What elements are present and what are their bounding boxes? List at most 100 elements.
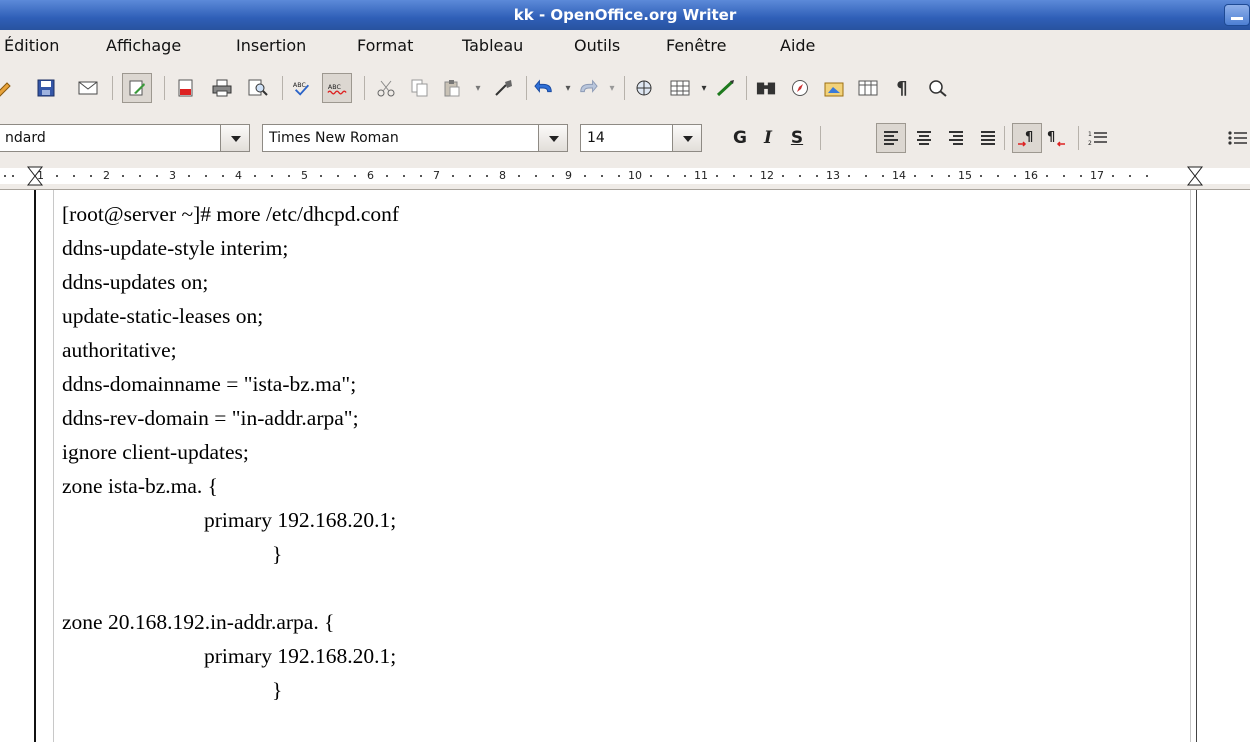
hyperlink-icon[interactable] bbox=[634, 78, 654, 98]
copy-icon[interactable] bbox=[410, 78, 430, 98]
draw-functions-icon[interactable] bbox=[716, 78, 736, 98]
left-to-right-icon[interactable]: ¶ bbox=[1017, 128, 1037, 148]
ruler-number: 11 bbox=[694, 169, 708, 182]
redo-dropdown-icon[interactable]: ▾ bbox=[602, 78, 622, 98]
ruler-number: 9 bbox=[565, 169, 572, 182]
paste-dropdown-icon[interactable]: ▾ bbox=[468, 78, 488, 98]
chevron-down-icon[interactable] bbox=[672, 124, 702, 152]
ruler-tick bbox=[1046, 175, 1048, 177]
save-icon[interactable] bbox=[36, 78, 56, 98]
menu-affichage[interactable]: Affichage bbox=[106, 30, 181, 62]
table-icon[interactable] bbox=[670, 78, 690, 98]
gallery-icon[interactable] bbox=[824, 78, 844, 98]
menu-format[interactable]: Format bbox=[357, 30, 413, 62]
spellcheck-icon[interactable]: ABC bbox=[292, 78, 312, 98]
autospellcheck-icon[interactable]: ABC bbox=[327, 78, 347, 98]
font-size-combo[interactable]: 14 bbox=[580, 124, 702, 152]
document-line[interactable]: } bbox=[272, 538, 282, 570]
menu-outils[interactable]: Outils bbox=[574, 30, 620, 62]
document-line[interactable]: ddns-domainname = "ista-bz.ma"; bbox=[62, 368, 356, 400]
ruler-number: 5 bbox=[301, 169, 308, 182]
menu-edition[interactable]: Édition bbox=[4, 30, 59, 62]
chevron-down-icon[interactable] bbox=[220, 124, 250, 152]
ruler-tick bbox=[122, 175, 124, 177]
clone-format-icon[interactable] bbox=[494, 78, 514, 98]
paragraph-style-combo[interactable]: ndard bbox=[0, 124, 250, 152]
toolbar-separator bbox=[282, 76, 283, 100]
document-line[interactable]: [root@server ~]# more /etc/dhcpd.conf bbox=[62, 198, 399, 230]
document-line[interactable]: ddns-update-style interim; bbox=[62, 232, 288, 264]
menu-aide[interactable]: Aide bbox=[780, 30, 815, 62]
numbering-icon[interactable]: 12 bbox=[1088, 128, 1108, 148]
navigator-icon[interactable] bbox=[790, 78, 810, 98]
ruler-tick bbox=[469, 175, 471, 177]
ruler-tick bbox=[486, 175, 488, 177]
align-left-icon[interactable] bbox=[881, 128, 901, 148]
ruler-tick bbox=[403, 175, 405, 177]
ruler-tick bbox=[733, 175, 735, 177]
document-line[interactable]: zone ista-bz.ma. { bbox=[62, 470, 218, 502]
document-line[interactable]: zone 20.168.192.in-addr.arpa. { bbox=[62, 606, 334, 638]
ruler-tick bbox=[188, 175, 190, 177]
ruler-number: 14 bbox=[892, 169, 906, 182]
document-line[interactable]: } bbox=[272, 674, 282, 706]
email-icon[interactable] bbox=[78, 78, 98, 98]
menu-insertion[interactable]: Insertion bbox=[236, 30, 306, 62]
print-icon[interactable] bbox=[212, 78, 232, 98]
svg-text:ABC: ABC bbox=[293, 82, 307, 89]
italic-button[interactable]: I bbox=[757, 124, 779, 152]
document-line[interactable]: ddns-updates on; bbox=[62, 266, 208, 298]
align-center-icon[interactable] bbox=[914, 128, 934, 148]
find-replace-icon[interactable] bbox=[756, 78, 776, 98]
ruler-tick bbox=[601, 175, 603, 177]
document-line[interactable]: authoritative; bbox=[62, 334, 177, 366]
font-name-value: Times New Roman bbox=[269, 130, 399, 146]
document-line[interactable]: ddns-rev-domain = "in-addr.arpa"; bbox=[62, 402, 359, 434]
table-dropdown-icon[interactable]: ▾ bbox=[694, 78, 714, 98]
document-area[interactable]: [root@server ~]# more /etc/dhcpd.conf dd… bbox=[0, 190, 1250, 742]
left-indent-marker-icon[interactable] bbox=[26, 166, 44, 186]
export-pdf-icon[interactable] bbox=[176, 78, 196, 98]
edit-mode-icon[interactable] bbox=[127, 78, 147, 98]
horizontal-ruler[interactable]: 1 2 3 4 5 6 7 8 9 10 11 12 13 14 15 16 17 bbox=[0, 162, 1250, 190]
justify-icon[interactable] bbox=[978, 128, 998, 148]
page-preview-icon[interactable] bbox=[248, 78, 268, 98]
formatting-toolbar: ndard Times New Roman 14 G I S ¶ ¶ 12 bbox=[0, 110, 1250, 162]
title-bar[interactable]: kk - OpenOffice.org Writer bbox=[0, 0, 1250, 30]
ruler-tick bbox=[931, 175, 933, 177]
right-indent-marker-icon[interactable] bbox=[1186, 166, 1204, 186]
data-sources-icon[interactable] bbox=[858, 78, 878, 98]
document-line[interactable]: ignore client-updates; bbox=[62, 436, 249, 468]
align-right-icon[interactable] bbox=[946, 128, 966, 148]
undo-dropdown-icon[interactable]: ▾ bbox=[558, 78, 578, 98]
ruler-tick bbox=[535, 175, 537, 177]
menu-tableau[interactable]: Tableau bbox=[462, 30, 523, 62]
ruler-tick bbox=[56, 175, 58, 177]
page-edge bbox=[34, 190, 36, 742]
zoom-icon[interactable] bbox=[928, 78, 948, 98]
menu-fenetre[interactable]: Fenêtre bbox=[666, 30, 727, 62]
document-line[interactable]: update-static-leases on; bbox=[62, 300, 263, 332]
document-line[interactable]: primary 192.168.20.1; bbox=[204, 640, 396, 672]
redo-icon[interactable] bbox=[578, 78, 598, 98]
ruler-tick bbox=[882, 175, 884, 177]
ruler-tick bbox=[73, 175, 75, 177]
ruler-tick bbox=[650, 175, 652, 177]
edit-file-icon[interactable] bbox=[0, 78, 14, 98]
formatting-marks-icon[interactable]: ¶ bbox=[892, 78, 912, 99]
paste-icon[interactable] bbox=[442, 78, 462, 98]
document-line[interactable]: primary 192.168.20.1; bbox=[204, 504, 396, 536]
bullets-icon[interactable] bbox=[1228, 128, 1248, 148]
chevron-down-icon[interactable] bbox=[538, 124, 568, 152]
cut-icon[interactable] bbox=[376, 78, 396, 98]
font-name-combo[interactable]: Times New Roman bbox=[262, 124, 568, 152]
ruler-number: 13 bbox=[826, 169, 840, 182]
undo-icon[interactable] bbox=[534, 78, 554, 98]
underline-button[interactable]: S bbox=[786, 124, 808, 152]
minimize-button[interactable] bbox=[1224, 4, 1250, 26]
window-title: kk - OpenOffice.org Writer bbox=[513, 6, 737, 24]
svg-text:¶: ¶ bbox=[1047, 130, 1055, 145]
bold-button[interactable]: G bbox=[729, 124, 751, 152]
ruler-tick bbox=[90, 175, 92, 177]
right-to-left-icon[interactable]: ¶ bbox=[1046, 128, 1066, 148]
